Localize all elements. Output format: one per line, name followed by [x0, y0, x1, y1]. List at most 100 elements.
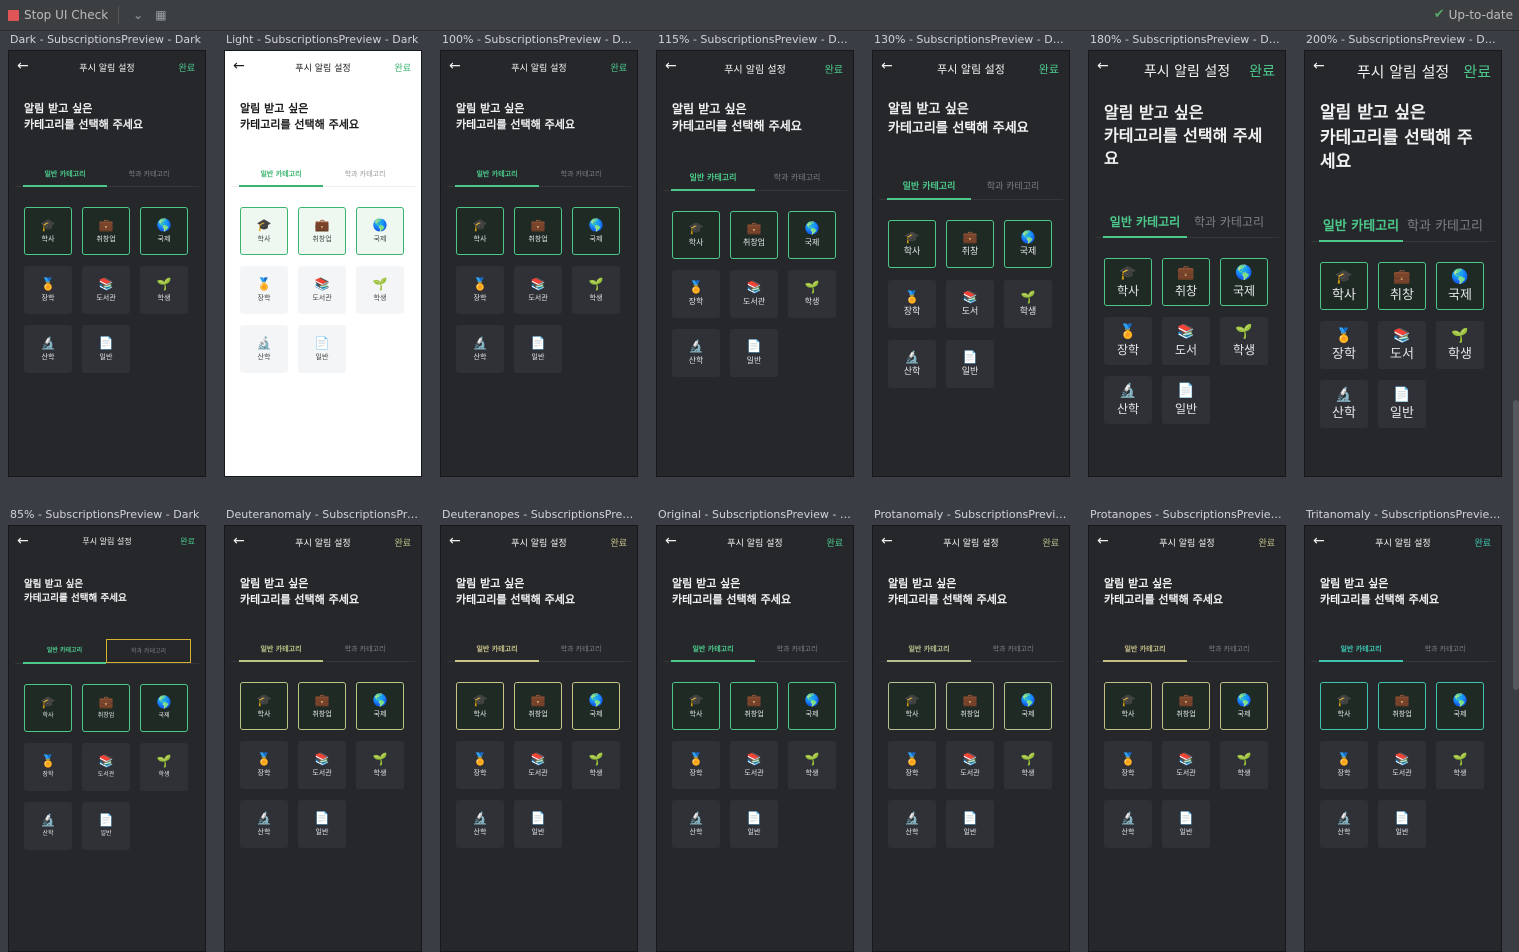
done-button[interactable]: 완료	[1249, 61, 1275, 81]
tab-department-category[interactable]: 학과 카테고리	[539, 638, 623, 661]
tab-department-category[interactable]: 학과 카테고리	[971, 638, 1055, 661]
category-tile[interactable]: 🎓 학사	[456, 681, 504, 730]
tab-department-category[interactable]: 학과 카테고리	[755, 638, 839, 661]
tab-department-category[interactable]: 학과 카테고리	[1403, 638, 1487, 661]
category-tile[interactable]: 🌱 학생	[1004, 279, 1052, 328]
category-tile[interactable]: 🌱 학생	[788, 740, 836, 789]
category-tile[interactable]: 🌎 국제	[788, 681, 836, 730]
done-button[interactable]: 완료	[1258, 536, 1275, 549]
category-tile[interactable]: 📄 일반	[1378, 799, 1426, 848]
category-tile[interactable]: 🌎 국제	[788, 210, 836, 259]
category-tile[interactable]: 🔬 산학	[672, 328, 720, 377]
category-tile[interactable]: 💼 취창업	[82, 206, 130, 255]
category-tile[interactable]: 🌎 국제	[140, 683, 188, 732]
category-tile[interactable]: 📚 도서	[946, 279, 994, 328]
category-tile[interactable]: 🌎 국제	[356, 681, 404, 730]
tab-department-category[interactable]: 학과 카테고리	[755, 166, 839, 190]
category-tile[interactable]: 🏅 장학	[1104, 316, 1152, 365]
done-button[interactable]: 완료	[394, 536, 411, 549]
category-tile[interactable]: 🌱 학생	[572, 265, 620, 314]
category-tile[interactable]: 💼 취창업	[298, 206, 346, 255]
done-button[interactable]: 완료	[178, 61, 195, 74]
category-tile[interactable]: 🌎 국제	[1220, 257, 1268, 306]
category-tile[interactable]: 📚 도서	[1162, 316, 1210, 365]
category-tile[interactable]: 💼 취창	[1162, 257, 1210, 306]
tab-general-category[interactable]: 일반 카테고리	[1319, 209, 1403, 242]
category-tile[interactable]: 📄 일반	[1378, 379, 1426, 428]
tab-department-category[interactable]: 학과 카테고리	[971, 173, 1055, 199]
category-tile[interactable]: 🎓 학사	[240, 206, 288, 255]
category-tile[interactable]: 📚 도서관	[82, 742, 130, 791]
category-tile[interactable]: 🌎 국제	[140, 206, 188, 255]
category-tile[interactable]: 🌱 학생	[140, 265, 188, 314]
category-tile[interactable]: 🏅 장학	[24, 742, 72, 791]
tab-general-category[interactable]: 일반 카테고리	[671, 166, 755, 191]
category-tile[interactable]: 📚 도서관	[298, 740, 346, 789]
category-tile[interactable]: 📚 도서관	[82, 265, 130, 314]
category-tile[interactable]: 🎓 학사	[456, 206, 504, 255]
tab-general-category[interactable]: 일반 카테고리	[455, 163, 539, 187]
category-tile[interactable]: 📚 도서관	[730, 269, 778, 318]
category-tile[interactable]: 📄 일반	[946, 799, 994, 848]
category-tile[interactable]: 📄 일반	[946, 339, 994, 388]
category-tile[interactable]: 🌱 학생	[356, 740, 404, 789]
done-button[interactable]: 완료	[1042, 536, 1059, 549]
category-tile[interactable]: 🎓 학사	[1104, 681, 1152, 730]
category-tile[interactable]: 🔬 산학	[1320, 379, 1368, 428]
category-tile[interactable]: 🔬 산학	[24, 801, 72, 850]
tab-general-category[interactable]: 일반 카테고리	[1319, 638, 1403, 662]
tab-department-category[interactable]: 학과 카테고리	[106, 638, 191, 663]
category-tile[interactable]: 🏅 장학	[672, 269, 720, 318]
done-button[interactable]: 완료	[1463, 61, 1491, 82]
category-tile[interactable]: 🔬 산학	[888, 799, 936, 848]
category-tile[interactable]: 📄 일반	[730, 799, 778, 848]
category-tile[interactable]: 🎓 학사	[1104, 257, 1152, 306]
category-tile[interactable]: 📄 일반	[1162, 799, 1210, 848]
tab-department-category[interactable]: 학과 카테고리	[1403, 209, 1487, 241]
tab-general-category[interactable]: 일반 카테고리	[23, 163, 107, 187]
category-tile[interactable]: 📚 도서관	[514, 740, 562, 789]
category-tile[interactable]: 🌱 학생	[1220, 740, 1268, 789]
category-tile[interactable]: 📄 일반	[298, 799, 346, 848]
tab-department-category[interactable]: 학과 카테고리	[1187, 207, 1271, 237]
category-tile[interactable]: 🌎 국제	[572, 206, 620, 255]
category-tile[interactable]: 🌎 국제	[1004, 681, 1052, 730]
category-tile[interactable]: 🎓 학사	[1320, 681, 1368, 730]
category-tile[interactable]: 📚 도서관	[1378, 740, 1426, 789]
category-tile[interactable]: 🏅 장학	[888, 279, 936, 328]
tab-general-category[interactable]: 일반 카테고리	[239, 638, 323, 662]
category-tile[interactable]: 🏅 장학	[240, 265, 288, 314]
category-tile[interactable]: 💼 취창업	[1378, 681, 1426, 730]
category-tile[interactable]: 📄 일반	[1162, 375, 1210, 424]
category-tile[interactable]: 📚 도서관	[298, 265, 346, 314]
tab-department-category[interactable]: 학과 카테고리	[323, 163, 407, 186]
category-tile[interactable]: 🏅 장학	[240, 740, 288, 789]
category-tile[interactable]: 🔬 산학	[24, 324, 72, 373]
done-button[interactable]: 완료	[826, 536, 843, 549]
category-tile[interactable]: 🏅 장학	[1320, 320, 1368, 369]
category-tile[interactable]: 🎓 학사	[888, 219, 936, 268]
category-tile[interactable]: 🌱 학생	[1436, 320, 1484, 369]
category-tile[interactable]: 🔬 산학	[456, 324, 504, 373]
category-tile[interactable]: 📄 일반	[730, 328, 778, 377]
category-tile[interactable]: 🎓 학사	[240, 681, 288, 730]
layout-icon[interactable]: ▦	[155, 8, 166, 22]
chevron-down-icon[interactable]: ⌄	[133, 8, 143, 22]
category-tile[interactable]: 🏅 장학	[24, 265, 72, 314]
category-tile[interactable]: 📄 일반	[298, 324, 346, 373]
done-button[interactable]: 완료	[1474, 536, 1491, 549]
category-tile[interactable]: 📄 일반	[82, 801, 130, 850]
category-tile[interactable]: 🎓 학사	[24, 683, 72, 732]
tab-general-category[interactable]: 일반 카테고리	[887, 638, 971, 662]
tab-general-category[interactable]: 일반 카테고리	[455, 638, 539, 662]
category-tile[interactable]: 💼 취창업	[730, 681, 778, 730]
category-tile[interactable]: 🔬 산학	[672, 799, 720, 848]
category-tile[interactable]: 🌎 국제	[1436, 681, 1484, 730]
category-tile[interactable]: 🌎 국제	[1220, 681, 1268, 730]
category-tile[interactable]: 🏅 장학	[1104, 740, 1152, 789]
category-tile[interactable]: 🌱 학생	[788, 269, 836, 318]
done-button[interactable]: 완료	[825, 61, 843, 76]
category-tile[interactable]: 🏅 장학	[672, 740, 720, 789]
done-button[interactable]: 완료	[610, 61, 627, 74]
tab-department-category[interactable]: 학과 카테고리	[107, 163, 191, 186]
